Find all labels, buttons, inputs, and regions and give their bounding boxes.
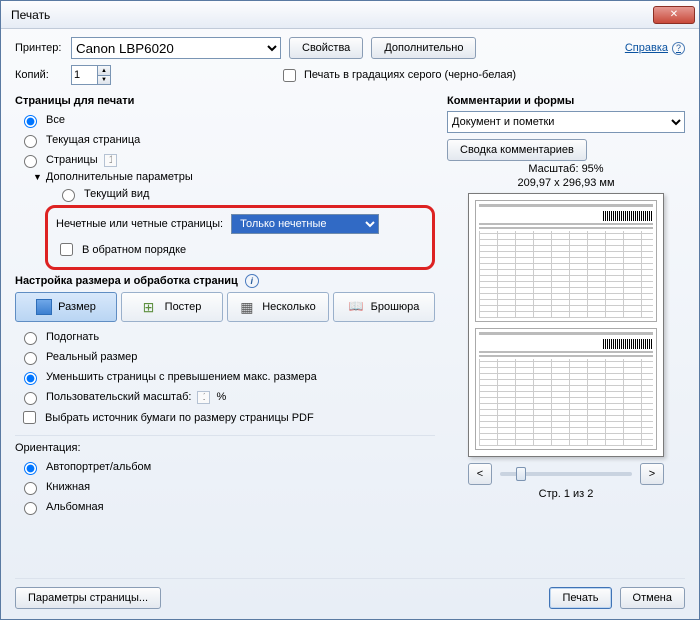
cancel-button[interactable]: Отмена xyxy=(620,587,685,609)
page-setup-button[interactable]: Параметры страницы... xyxy=(15,587,161,609)
spinner-down-icon[interactable]: ▼ xyxy=(97,75,111,85)
radio-all[interactable]: Все xyxy=(19,111,435,129)
grayscale-checkbox[interactable]: Печать в градациях серого (черно-белая) xyxy=(279,66,516,85)
radio-actual[interactable]: Реальный размер xyxy=(19,348,435,366)
help-icon: ? xyxy=(672,42,685,55)
page-indicator: Стр. 1 из 2 xyxy=(447,488,685,500)
radio-custom-scale[interactable]: Пользовательский масштаб: % xyxy=(19,388,435,406)
paper-source-checkbox[interactable]: Выбрать источник бумаги по размеру стран… xyxy=(19,408,435,427)
preview-scale: Масштаб: 95% xyxy=(528,163,603,175)
radio-current-page[interactable]: Текущая страница xyxy=(19,131,435,149)
radio-fit[interactable]: Подогнать xyxy=(19,328,435,346)
sizing-section-title: Настройка размера и обработка страниц i xyxy=(15,274,435,288)
radio-current-view[interactable]: Текущий вид xyxy=(57,185,435,203)
odd-even-select[interactable]: Только нечетные xyxy=(231,214,379,234)
properties-button[interactable]: Свойства xyxy=(289,37,363,59)
size-icon xyxy=(36,299,52,315)
barcode-icon xyxy=(603,339,653,349)
radio-orient-landscape[interactable]: Альбомная xyxy=(19,498,435,516)
custom-scale-input[interactable] xyxy=(197,391,210,404)
tab-booklet[interactable]: Брошюра xyxy=(333,292,435,322)
radio-orient-auto[interactable]: Автопортрет/альбом xyxy=(19,458,435,476)
window-title: Печать xyxy=(11,8,50,22)
comments-summary-button[interactable]: Сводка комментариев xyxy=(447,139,587,161)
orientation-label: Ориентация: xyxy=(15,442,435,454)
odd-even-label: Нечетные или четные страницы: xyxy=(56,218,223,230)
preview-next-button[interactable]: > xyxy=(640,463,664,485)
comments-section-title: Комментарии и формы xyxy=(447,95,685,107)
radio-orient-portrait[interactable]: Книжная xyxy=(19,478,435,496)
chevron-right-icon: > xyxy=(649,468,655,480)
barcode-icon xyxy=(603,211,653,221)
odd-even-highlight: Нечетные или четные страницы: Только неч… xyxy=(45,205,435,270)
print-button[interactable]: Печать xyxy=(549,587,611,609)
help-link[interactable]: Справка ? xyxy=(625,42,685,55)
info-icon[interactable]: i xyxy=(245,274,259,288)
close-button[interactable]: ✕ xyxy=(653,6,695,24)
reverse-order-checkbox[interactable]: В обратном порядке xyxy=(56,240,424,259)
printer-select[interactable]: Canon LBP6020 xyxy=(71,37,281,59)
tab-poster[interactable]: Постер xyxy=(121,292,223,322)
close-icon: ✕ xyxy=(670,9,678,20)
preview-zoom-slider[interactable] xyxy=(500,472,632,476)
poster-icon xyxy=(143,299,159,315)
tab-size[interactable]: Размер xyxy=(15,292,117,322)
tab-multiple[interactable]: Несколько xyxy=(227,292,329,322)
copies-label: Копий: xyxy=(15,69,63,81)
chevron-left-icon: < xyxy=(477,468,483,480)
radio-pages-range[interactable]: Страницы xyxy=(19,151,435,169)
pages-range-input[interactable] xyxy=(104,154,117,167)
preview-prev-button[interactable]: < xyxy=(468,463,492,485)
more-options-toggle[interactable]: ▼ Дополнительные параметры xyxy=(33,171,435,183)
slider-thumb[interactable] xyxy=(516,467,526,481)
spinner-up-icon[interactable]: ▲ xyxy=(97,65,111,75)
comments-select[interactable]: Документ и пометки xyxy=(447,111,685,133)
chevron-down-icon: ▼ xyxy=(33,172,42,182)
multiple-icon xyxy=(240,299,256,315)
pages-section-title: Страницы для печати xyxy=(15,95,435,107)
advanced-button[interactable]: Дополнительно xyxy=(371,37,476,59)
preview-dimensions: 209,97 x 296,93 мм xyxy=(517,177,614,189)
radio-shrink[interactable]: Уменьшить страницы с превышением макс. р… xyxy=(19,368,435,386)
print-preview xyxy=(468,193,664,457)
copies-input[interactable] xyxy=(71,65,97,85)
booklet-icon xyxy=(349,299,365,315)
copies-spinner[interactable]: ▲ ▼ xyxy=(71,65,111,85)
printer-label: Принтер: xyxy=(15,42,63,54)
